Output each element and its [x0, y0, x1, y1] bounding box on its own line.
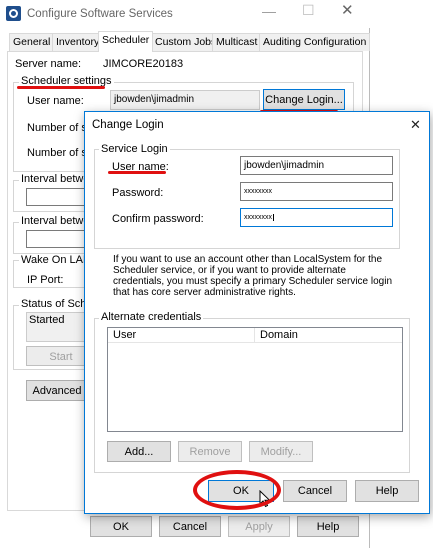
tab-scheduler[interactable]: Scheduler	[98, 31, 154, 52]
dialog-info-text: If you want to use an account other than…	[113, 254, 393, 298]
list-header: User Domain	[108, 328, 402, 343]
main-apply-button[interactable]: Apply	[228, 516, 290, 537]
dialog-cancel-button[interactable]: Cancel	[283, 480, 347, 502]
change-login-button[interactable]: Change Login...	[263, 89, 345, 110]
dialog-confirm-password-label: Confirm password:	[112, 213, 204, 225]
user-name-label: User name:	[27, 95, 84, 107]
main-title-bar[interactable]: Configure Software Services — ☐ ✕	[0, 0, 370, 28]
status-value: Started	[29, 314, 65, 326]
column-header-domain[interactable]: Domain	[255, 328, 402, 343]
dialog-help-button[interactable]: Help	[355, 480, 419, 502]
ip-port-label: IP Port:	[27, 274, 64, 286]
dialog-password-label: Password:	[112, 187, 164, 199]
app-icon	[6, 6, 21, 21]
minimize-icon[interactable]: —	[262, 4, 276, 18]
advanced-button[interactable]: Advanced	[26, 380, 88, 401]
annotation-underline-scheduler-settings	[17, 86, 105, 89]
main-ok-button[interactable]: OK	[90, 516, 152, 537]
annotation-underline-dialog-user-name	[108, 171, 166, 174]
tab-auditing-configuration[interactable]: Auditing Configuration	[259, 33, 371, 51]
alternate-credentials-label: Alternate credentials	[99, 311, 204, 323]
server-name-label: Server name:	[15, 58, 82, 70]
maximize-icon[interactable]: ☐	[302, 3, 315, 17]
service-login-label: Service Login	[99, 143, 170, 155]
close-icon[interactable]: ✕	[341, 3, 354, 18]
interval-field-2[interactable]	[26, 230, 86, 248]
tab-inventory[interactable]: Inventory	[52, 33, 104, 51]
wake-on-lan-label: Wake On LAN	[19, 254, 93, 266]
modify-button[interactable]: Modify...	[249, 441, 313, 462]
dialog-confirm-password-field[interactable]: xxxxxxxx	[240, 208, 393, 227]
tab-custom-jobs[interactable]: Custom Jobs	[151, 33, 221, 51]
dialog-title-bar[interactable]: Change Login ✕	[85, 112, 429, 138]
interval-field-1[interactable]	[26, 188, 86, 206]
main-help-button[interactable]: Help	[297, 516, 359, 537]
server-name-value: JIMCORE20183	[103, 58, 184, 70]
tab-multicast[interactable]: Multicast	[212, 33, 262, 51]
main-window-title: Configure Software Services	[27, 8, 173, 20]
confirm-password-value: xxxxxxxx	[244, 214, 272, 221]
tab-general[interactable]: General	[9, 33, 55, 51]
column-domain-label: Domain	[260, 329, 298, 341]
credentials-list[interactable]: User Domain	[107, 327, 403, 432]
scheduler-user-name-field[interactable]: jbowden\jimadmin	[110, 90, 260, 110]
dialog-title: Change Login	[92, 119, 164, 131]
column-header-user[interactable]: User	[108, 328, 255, 343]
text-caret	[273, 214, 274, 221]
main-cancel-button[interactable]: Cancel	[159, 516, 221, 537]
add-button[interactable]: Add...	[107, 441, 171, 462]
dialog-password-field[interactable]: xxxxxxxx	[240, 182, 393, 201]
dialog-close-icon[interactable]: ✕	[410, 118, 421, 131]
annotation-circle-ok	[193, 470, 281, 510]
dialog-user-name-field[interactable]: jbowden\jimadmin	[240, 156, 393, 175]
remove-button[interactable]: Remove	[178, 441, 242, 462]
column-user-label: User	[113, 329, 137, 341]
